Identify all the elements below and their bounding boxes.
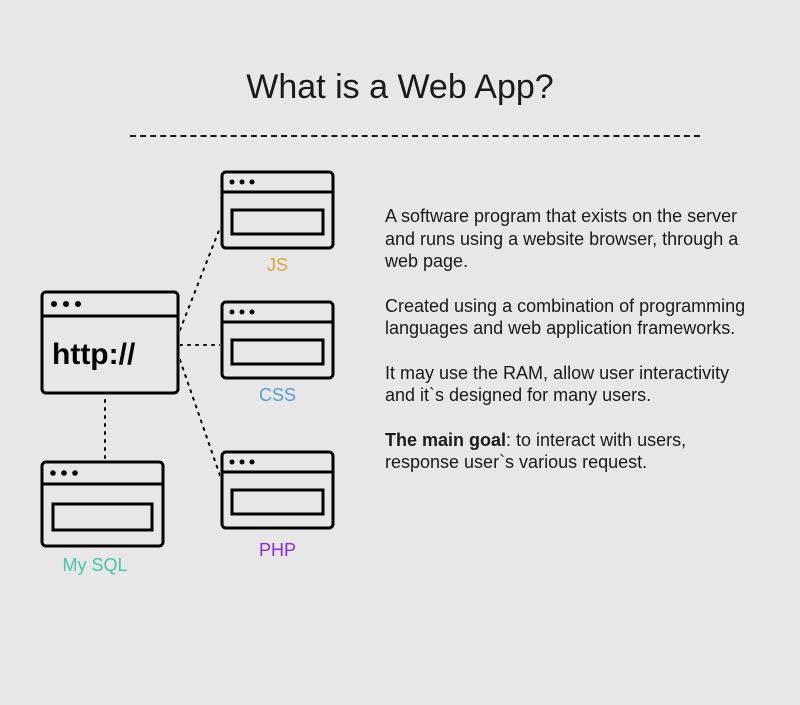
- label-css: CSS: [220, 385, 335, 406]
- page-title: What is a Web App?: [0, 68, 800, 107]
- desc-p4-lead: The main goal: [385, 430, 506, 450]
- diagram-area: http:// JS CSS: [30, 170, 370, 640]
- browser-php-icon: [220, 450, 335, 530]
- browser-js-icon: [220, 170, 335, 250]
- desc-p2: Created using a combination of programmi…: [385, 295, 755, 340]
- desc-p4: The main goal: to interact with users, r…: [385, 429, 755, 474]
- browser-css-icon: [220, 300, 335, 380]
- http-label: http://: [52, 338, 136, 371]
- desc-p1: A software program that exists on the se…: [385, 205, 755, 273]
- divider: [130, 135, 700, 137]
- label-mysql: My SQL: [30, 555, 160, 576]
- description-block: A software program that exists on the se…: [385, 205, 755, 496]
- browser-main-icon: http://: [40, 290, 180, 395]
- browser-mysql-icon: [40, 460, 165, 548]
- label-js: JS: [220, 255, 335, 276]
- desc-p3: It may use the RAM, allow user interacti…: [385, 362, 755, 407]
- label-php: PHP: [220, 540, 335, 561]
